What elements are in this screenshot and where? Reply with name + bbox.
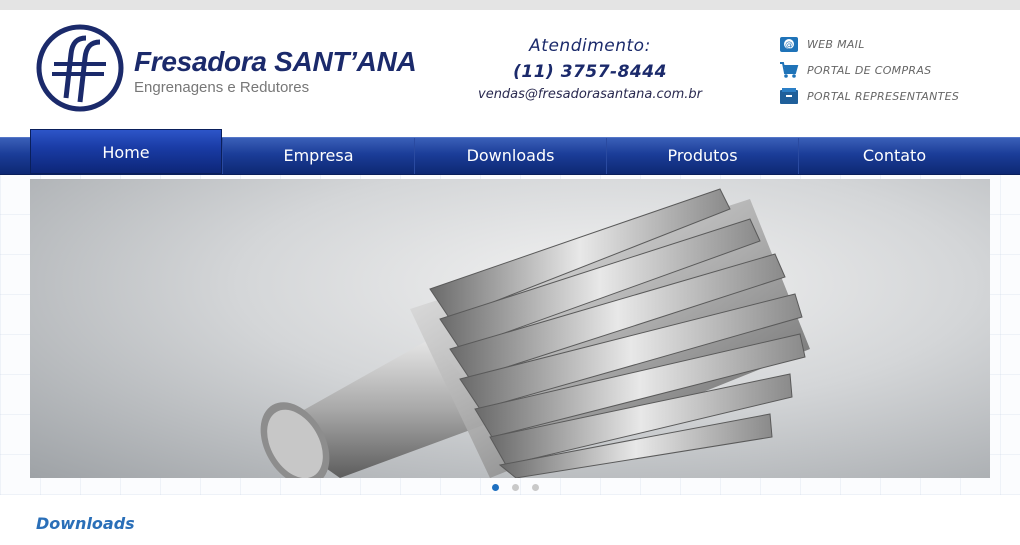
contact-block: Atendimento: (11) 3757-8444 vendas@fresa… [470,36,710,102]
section-title: Downloads [36,514,135,533]
nav-contato[interactable]: Contato [798,138,990,174]
svg-text:@: @ [785,40,793,49]
webmail-link[interactable]: @ WEB MAIL [778,34,959,54]
brand-name: Fresadora SANT’ANA [134,46,417,77]
main-nav: Home Empresa Downloads Produtos Contato [0,129,1020,175]
nav-downloads[interactable]: Downloads [414,138,606,174]
folder-icon [778,86,800,106]
slider-dot-1[interactable] [492,484,499,491]
top-strip [0,0,1020,10]
nav-home[interactable]: Home [30,129,222,174]
webmail-label: WEB MAIL [807,37,865,51]
brand-tagline: Engrenagens e Redutores [134,79,310,96]
portal-representantes-link[interactable]: PORTAL REPRESENTANTES [778,86,959,106]
portal-representantes-label: PORTAL REPRESENTANTES [807,89,960,103]
nav-empresa[interactable]: Empresa [222,138,414,174]
portal-compras-link[interactable]: PORTAL DE COMPRAS [778,60,959,80]
quick-links: @ WEB MAIL PORTAL DE COMPRAS PORTAL REPR… [778,34,959,112]
hero-slide-image [30,179,990,478]
contact-label: Atendimento: [529,36,651,56]
contact-phone: (11) 3757-8444 [513,62,667,82]
nav-produtos[interactable]: Produtos [606,138,798,174]
site-logo[interactable]: Fresadora SANT’ANA Engrenagens e Redutor… [36,24,426,116]
logo-emblem-icon [36,24,124,112]
cart-icon [778,60,800,80]
slider-dot-2[interactable] [512,484,519,491]
slider-dots [492,484,539,491]
webmail-icon: @ [778,34,800,54]
gear-cutter-illustration [260,188,810,478]
portal-compras-label: PORTAL DE COMPRAS [807,63,932,77]
contact-email[interactable]: vendas@fresadorasantana.com.br [470,87,710,102]
slider-dot-3[interactable] [532,484,539,491]
